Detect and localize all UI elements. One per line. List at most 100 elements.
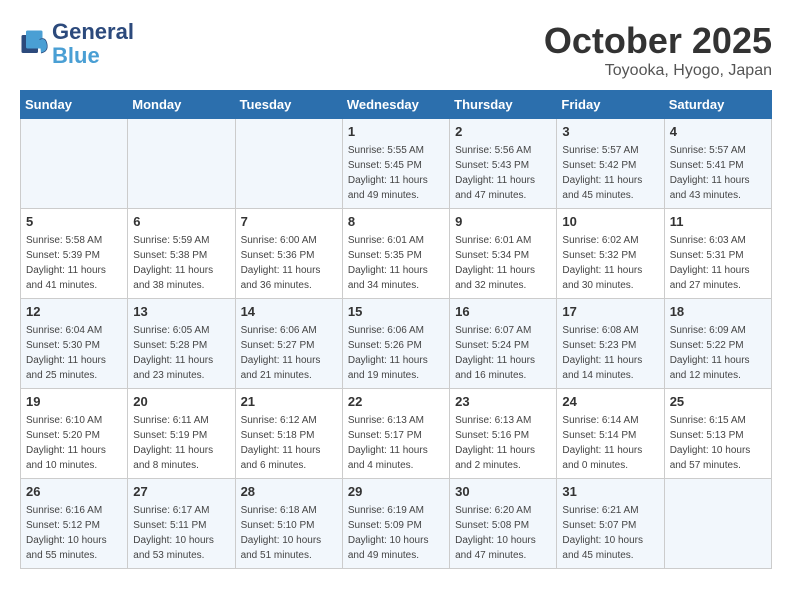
weekday-header-sunday: Sunday bbox=[21, 91, 128, 119]
day-info: Sunrise: 6:20 AM Sunset: 5:08 PM Dayligh… bbox=[455, 503, 551, 563]
day-info: Sunrise: 6:19 AM Sunset: 5:09 PM Dayligh… bbox=[348, 503, 444, 563]
calendar-cell: 30 Sunrise: 6:20 AM Sunset: 5:08 PM Dayli… bbox=[450, 479, 557, 569]
calendar-cell: 17 Sunrise: 6:08 AM Sunset: 5:23 PM Dayli… bbox=[557, 299, 664, 389]
day-info: Sunrise: 6:04 AM Sunset: 5:30 PM Dayligh… bbox=[26, 323, 122, 383]
location: Toyooka, Hyogo, Japan bbox=[544, 62, 772, 80]
day-info: Sunrise: 5:58 AM Sunset: 5:39 PM Dayligh… bbox=[26, 233, 122, 293]
week-row-5: 26 Sunrise: 6:16 AM Sunset: 5:12 PM Dayli… bbox=[21, 479, 772, 569]
calendar-table: SundayMondayTuesdayWednesdayThursdayFrid… bbox=[20, 90, 772, 569]
day-info: Sunrise: 6:13 AM Sunset: 5:17 PM Dayligh… bbox=[348, 413, 444, 473]
week-row-3: 12 Sunrise: 6:04 AM Sunset: 5:30 PM Dayli… bbox=[21, 299, 772, 389]
day-number: 12 bbox=[26, 303, 122, 321]
logo: GeneralBlue bbox=[20, 20, 134, 68]
day-info: Sunrise: 6:21 AM Sunset: 5:07 PM Dayligh… bbox=[562, 503, 658, 563]
calendar-cell: 10Sunrise: 6:02 AM Sunset: 5:32 PM Dayli… bbox=[557, 209, 664, 299]
day-number: 26 bbox=[26, 483, 122, 501]
day-info: Sunrise: 6:13 AM Sunset: 5:16 PM Dayligh… bbox=[455, 413, 551, 473]
calendar-cell: 9 Sunrise: 6:01 AM Sunset: 5:34 PM Daylig… bbox=[450, 209, 557, 299]
day-number: 9 bbox=[455, 213, 551, 231]
day-info: Sunrise: 6:14 AM Sunset: 5:14 PM Dayligh… bbox=[562, 413, 658, 473]
day-info: Sunrise: 5:56 AM Sunset: 5:43 PM Dayligh… bbox=[455, 143, 551, 203]
day-number: 11 bbox=[670, 213, 766, 231]
day-number: 23 bbox=[455, 393, 551, 411]
day-number: 5 bbox=[26, 213, 122, 231]
calendar-cell: 29 Sunrise: 6:19 AM Sunset: 5:09 PM Dayli… bbox=[342, 479, 449, 569]
calendar-cell: 14Sunrise: 6:06 AM Sunset: 5:27 PM Dayli… bbox=[235, 299, 342, 389]
calendar-cell: 23 Sunrise: 6:13 AM Sunset: 5:16 PM Dayli… bbox=[450, 389, 557, 479]
calendar-cell: 6Sunrise: 5:59 AM Sunset: 5:38 PM Daylig… bbox=[128, 209, 235, 299]
day-info: Sunrise: 6:12 AM Sunset: 5:18 PM Dayligh… bbox=[241, 413, 337, 473]
day-number: 2 bbox=[455, 123, 551, 141]
logo-icon bbox=[20, 29, 50, 59]
day-number: 1 bbox=[348, 123, 444, 141]
day-number: 31 bbox=[562, 483, 658, 501]
weekday-header-row: SundayMondayTuesdayWednesdayThursdayFrid… bbox=[21, 91, 772, 119]
day-number: 14 bbox=[241, 303, 337, 321]
calendar-cell: 26 Sunrise: 6:16 AM Sunset: 5:12 PM Dayli… bbox=[21, 479, 128, 569]
day-info: Sunrise: 6:17 AM Sunset: 5:11 PM Dayligh… bbox=[133, 503, 229, 563]
day-info: Sunrise: 6:03 AM Sunset: 5:31 PM Dayligh… bbox=[670, 233, 766, 293]
day-info: Sunrise: 6:01 AM Sunset: 5:35 PM Dayligh… bbox=[348, 233, 444, 293]
weekday-header-thursday: Thursday bbox=[450, 91, 557, 119]
calendar-cell: 1 Sunrise: 5:55 AM Sunset: 5:45 PM Daylig… bbox=[342, 119, 449, 209]
day-number: 27 bbox=[133, 483, 229, 501]
day-number: 29 bbox=[348, 483, 444, 501]
month-title: October 2025 bbox=[544, 20, 772, 62]
day-number: 15 bbox=[348, 303, 444, 321]
calendar-cell: 28 Sunrise: 6:18 AM Sunset: 5:10 PM Dayli… bbox=[235, 479, 342, 569]
weekday-header-saturday: Saturday bbox=[664, 91, 771, 119]
weekday-header-friday: Friday bbox=[557, 91, 664, 119]
calendar-cell bbox=[664, 479, 771, 569]
day-number: 3 bbox=[562, 123, 658, 141]
calendar-cell: 8 Sunrise: 6:01 AM Sunset: 5:35 PM Daylig… bbox=[342, 209, 449, 299]
calendar-cell: 27 Sunrise: 6:17 AM Sunset: 5:11 PM Dayli… bbox=[128, 479, 235, 569]
day-number: 30 bbox=[455, 483, 551, 501]
day-number: 8 bbox=[348, 213, 444, 231]
day-number: 13 bbox=[133, 303, 229, 321]
calendar-cell: 3Sunrise: 5:57 AM Sunset: 5:42 PM Daylig… bbox=[557, 119, 664, 209]
day-info: Sunrise: 6:00 AM Sunset: 5:36 PM Dayligh… bbox=[241, 233, 337, 293]
calendar-cell: 13 Sunrise: 6:05 AM Sunset: 5:28 PM Dayli… bbox=[128, 299, 235, 389]
day-number: 18 bbox=[670, 303, 766, 321]
day-number: 22 bbox=[348, 393, 444, 411]
day-number: 20 bbox=[133, 393, 229, 411]
calendar-cell: 16 Sunrise: 6:07 AM Sunset: 5:24 PM Dayli… bbox=[450, 299, 557, 389]
day-info: Sunrise: 6:01 AM Sunset: 5:34 PM Dayligh… bbox=[455, 233, 551, 293]
day-info: Sunrise: 6:09 AM Sunset: 5:22 PM Dayligh… bbox=[670, 323, 766, 383]
calendar-cell: 25Sunrise: 6:15 AM Sunset: 5:13 PM Dayli… bbox=[664, 389, 771, 479]
day-info: Sunrise: 6:05 AM Sunset: 5:28 PM Dayligh… bbox=[133, 323, 229, 383]
day-info: Sunrise: 6:11 AM Sunset: 5:19 PM Dayligh… bbox=[133, 413, 229, 473]
day-info: Sunrise: 6:08 AM Sunset: 5:23 PM Dayligh… bbox=[562, 323, 658, 383]
day-info: Sunrise: 5:59 AM Sunset: 5:38 PM Dayligh… bbox=[133, 233, 229, 293]
calendar-cell: 12 Sunrise: 6:04 AM Sunset: 5:30 PM Dayli… bbox=[21, 299, 128, 389]
calendar-cell: 20 Sunrise: 6:11 AM Sunset: 5:19 PM Dayli… bbox=[128, 389, 235, 479]
calendar-cell: 21 Sunrise: 6:12 AM Sunset: 5:18 PM Dayli… bbox=[235, 389, 342, 479]
week-row-4: 19Sunrise: 6:10 AM Sunset: 5:20 PM Dayli… bbox=[21, 389, 772, 479]
calendar-cell: 18 Sunrise: 6:09 AM Sunset: 5:22 PM Dayli… bbox=[664, 299, 771, 389]
calendar-cell bbox=[235, 119, 342, 209]
day-number: 28 bbox=[241, 483, 337, 501]
day-info: Sunrise: 6:16 AM Sunset: 5:12 PM Dayligh… bbox=[26, 503, 122, 563]
weekday-header-tuesday: Tuesday bbox=[235, 91, 342, 119]
day-number: 16 bbox=[455, 303, 551, 321]
day-number: 21 bbox=[241, 393, 337, 411]
day-info: Sunrise: 5:55 AM Sunset: 5:45 PM Dayligh… bbox=[348, 143, 444, 203]
day-number: 7 bbox=[241, 213, 337, 231]
calendar-cell: 24Sunrise: 6:14 AM Sunset: 5:14 PM Dayli… bbox=[557, 389, 664, 479]
calendar-cell: 19Sunrise: 6:10 AM Sunset: 5:20 PM Dayli… bbox=[21, 389, 128, 479]
calendar-cell: 2 Sunrise: 5:56 AM Sunset: 5:43 PM Daylig… bbox=[450, 119, 557, 209]
weekday-header-monday: Monday bbox=[128, 91, 235, 119]
week-row-2: 5 Sunrise: 5:58 AM Sunset: 5:39 PM Daylig… bbox=[21, 209, 772, 299]
logo-text: GeneralBlue bbox=[52, 20, 134, 68]
day-info: Sunrise: 6:18 AM Sunset: 5:10 PM Dayligh… bbox=[241, 503, 337, 563]
calendar-cell: 7 Sunrise: 6:00 AM Sunset: 5:36 PM Daylig… bbox=[235, 209, 342, 299]
day-info: Sunrise: 6:10 AM Sunset: 5:20 PM Dayligh… bbox=[26, 413, 122, 473]
calendar-cell: 4Sunrise: 5:57 AM Sunset: 5:41 PM Daylig… bbox=[664, 119, 771, 209]
day-info: Sunrise: 6:07 AM Sunset: 5:24 PM Dayligh… bbox=[455, 323, 551, 383]
calendar-cell: 5 Sunrise: 5:58 AM Sunset: 5:39 PM Daylig… bbox=[21, 209, 128, 299]
calendar-cell bbox=[128, 119, 235, 209]
calendar-cell: 31 Sunrise: 6:21 AM Sunset: 5:07 PM Dayli… bbox=[557, 479, 664, 569]
week-row-1: 1 Sunrise: 5:55 AM Sunset: 5:45 PM Daylig… bbox=[21, 119, 772, 209]
weekday-header-wednesday: Wednesday bbox=[342, 91, 449, 119]
day-number: 17 bbox=[562, 303, 658, 321]
